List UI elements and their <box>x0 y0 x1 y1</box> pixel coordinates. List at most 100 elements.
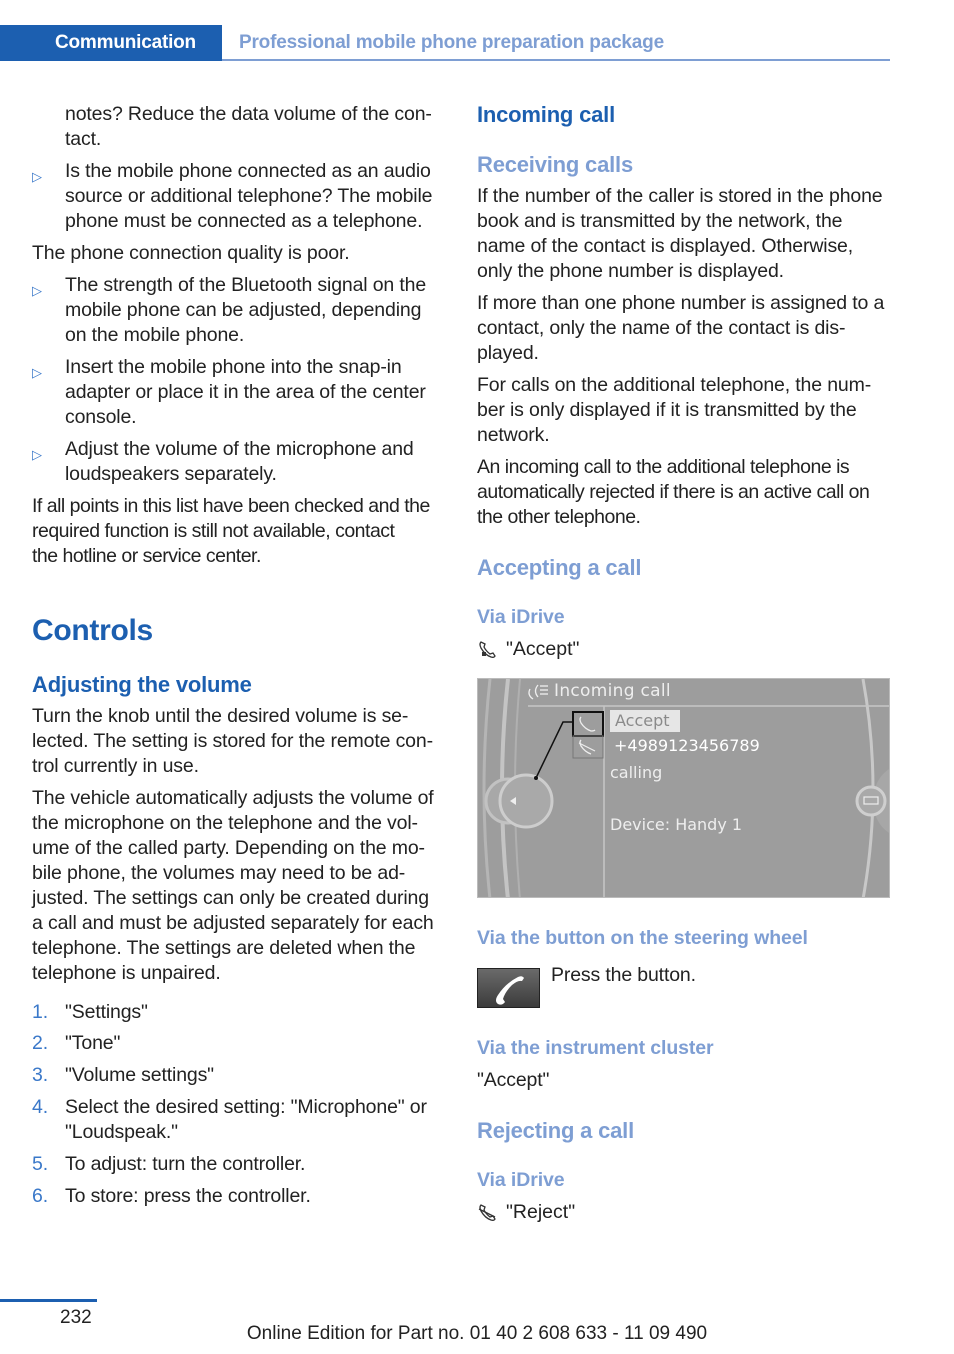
paragraph: The phone connection quality is poor. <box>32 242 350 264</box>
device-label: Device: Handy 1 <box>610 815 743 834</box>
callout-line <box>535 721 573 779</box>
paragraph: If all points in this list have been che… <box>32 494 462 569</box>
step-item: 6. To store: press the controller. <box>32 1184 450 1209</box>
paragraph: Turn the knob until the desired volume i… <box>32 704 462 779</box>
subheading-rejecting-call: Rejecting a call <box>477 1118 634 1143</box>
heading-incoming-call: Incoming call <box>477 102 615 127</box>
subheading-via-idrive-reject: Via iDrive <box>477 1169 565 1191</box>
text-line: For calls on the additional telephone, t… <box>477 374 872 396</box>
paragraph: The vehicle automatically adjusts the vo… <box>32 786 462 986</box>
bullet-triangle-icon: ▷ <box>32 365 42 380</box>
subheading-via-steering-wheel: Via the button on the steering wheel <box>477 927 808 949</box>
screen-title: Incoming call <box>554 681 671 701</box>
text-line: ume of the called party. Depending on th… <box>32 837 425 859</box>
paragraph: If the number of the caller is stored in… <box>477 184 897 284</box>
text-line: Turn the knob until the desired volume i… <box>32 705 409 727</box>
section-heading-controls: Controls <box>32 614 153 647</box>
text-line: adapter or place it in the area of the c… <box>65 381 426 403</box>
screen-accept-button[interactable]: Accept <box>610 710 680 732</box>
bullet-triangle-icon: ▷ <box>32 169 42 184</box>
paragraph: If more than one phone number is assigne… <box>477 291 897 366</box>
options-button <box>855 785 887 817</box>
text-line: If the number of the caller is stored in… <box>477 185 883 207</box>
bullet-triangle-icon: ▷ <box>32 447 42 462</box>
text-line: "Tone" <box>65 1032 121 1054</box>
reject-call-icon <box>478 1204 496 1221</box>
text-line: a call and must be adjusted separately f… <box>32 912 434 934</box>
text-line: To adjust: turn the controller. <box>65 1153 306 1175</box>
text-line: contact, only the name of the contact is… <box>477 317 846 339</box>
text-line: lected. The setting is stored for the re… <box>32 730 433 752</box>
header-rule <box>222 59 890 61</box>
text-line: The strength of the Bluetooth signal on … <box>65 274 427 296</box>
text-line: required function is still not available… <box>32 520 395 542</box>
text-line: notes? Reduce the data volume of the con… <box>65 103 432 125</box>
text-line: "Volume settings" <box>65 1064 214 1086</box>
edition-text: Online Edition for Part no. 01 40 2 608 … <box>0 1323 954 1345</box>
text-line: justed. The settings can only be created… <box>32 887 429 909</box>
bullet-item: ▷ The strength of the Bluetooth signal o… <box>32 273 450 348</box>
text-line: "Settings" <box>65 1001 148 1023</box>
text-line: played. <box>477 342 539 364</box>
text-line: trol currently in use. <box>32 755 199 777</box>
step-item: 3. "Volume settings" <box>32 1063 450 1088</box>
controller-knob <box>498 773 554 829</box>
text-line: the hotline or service center. <box>32 545 261 567</box>
call-status: calling <box>610 763 663 782</box>
subheading-via-idrive: Via iDrive <box>477 606 565 628</box>
bullet-triangle-icon: ▷ <box>32 283 42 298</box>
text-line: Select the desired setting: "Microphone"… <box>65 1096 427 1118</box>
accept-instruction: "Accept" <box>477 637 677 662</box>
text-line: Insert the mobile phone into the snap-in <box>65 356 402 378</box>
accept-icon-box <box>572 711 604 737</box>
text-line: automatically rejected if there is an ac… <box>477 481 870 503</box>
step-item: 4. Select the desired setting: "Micropho… <box>32 1095 450 1145</box>
text-line: name of the contact is displayed. Otherw… <box>477 235 854 257</box>
text-line: Is the mobile phone connected as an audi… <box>65 160 431 182</box>
text-line: on the mobile phone. <box>65 324 245 346</box>
text-line: loudspeakers separately. <box>65 463 277 485</box>
press-button-text: Press the button. <box>551 964 696 986</box>
cluster-accept-text: "Accept" <box>477 1069 550 1091</box>
subheading-receiving-calls: Receiving calls <box>477 152 633 177</box>
steering-wheel-phone-button[interactable] <box>477 968 540 1008</box>
text-line: Adjust the volume of the microphone and <box>65 438 414 460</box>
idrive-screen-image: Incoming call Accept +4989123456789 call… <box>477 678 890 898</box>
accept-call-icon <box>479 641 496 658</box>
text-line: source or additional telephone? The mobi… <box>65 185 433 207</box>
reject-label: "Reject" <box>506 1201 576 1223</box>
step-number: 3. <box>32 1064 48 1086</box>
text-line: telephone. The settings are deleted when… <box>32 937 416 959</box>
text-line: To store: press the controller. <box>65 1185 311 1207</box>
subheading-accepting-call: Accepting a call <box>477 555 642 580</box>
step-number: 6. <box>32 1185 48 1207</box>
text-line: An incoming call to the additional telep… <box>477 456 850 478</box>
step-item: 1. "Settings" <box>32 1000 450 1025</box>
continued-text: notes? Reduce the data volume of the con… <box>65 102 455 152</box>
step-number: 2. <box>32 1032 48 1054</box>
text-line: the other telephone. <box>477 506 641 528</box>
text-line: If more than one phone number is assigne… <box>477 292 885 314</box>
paragraph: For calls on the additional telephone, t… <box>477 373 897 448</box>
text-line: phone must be connected as a telephone. <box>65 210 423 232</box>
section-tab[interactable]: Communication <box>0 25 222 61</box>
callout-dot <box>534 776 538 780</box>
step-number: 5. <box>32 1153 48 1175</box>
step-item: 5. To adjust: turn the controller. <box>32 1152 450 1177</box>
caller-number: +4989123456789 <box>614 736 760 755</box>
text-line: ber is only displayed if it is transmitt… <box>477 399 857 421</box>
step-number: 4. <box>32 1096 48 1118</box>
text-line: book and is transmitted by the network, … <box>477 210 843 232</box>
reject-instruction: "Reject" <box>477 1200 677 1225</box>
text-line: telephone is unpaired. <box>32 962 221 984</box>
phone-handset-icon <box>496 976 524 1005</box>
subsection-title[interactable]: Professional mobile phone preparation pa… <box>239 25 664 61</box>
subheading-adjusting-volume: Adjusting the volume <box>32 672 252 697</box>
text-line: If all points in this list have been che… <box>32 495 430 517</box>
step-item: 2. "Tone" <box>32 1031 450 1056</box>
step-number: 1. <box>32 1001 48 1023</box>
text-line: network. <box>477 424 550 446</box>
text-line: "Loudspeak." <box>65 1121 178 1143</box>
bullet-item: ▷ Insert the mobile phone into the snap-… <box>32 355 450 430</box>
text-line: tact. <box>65 128 102 150</box>
